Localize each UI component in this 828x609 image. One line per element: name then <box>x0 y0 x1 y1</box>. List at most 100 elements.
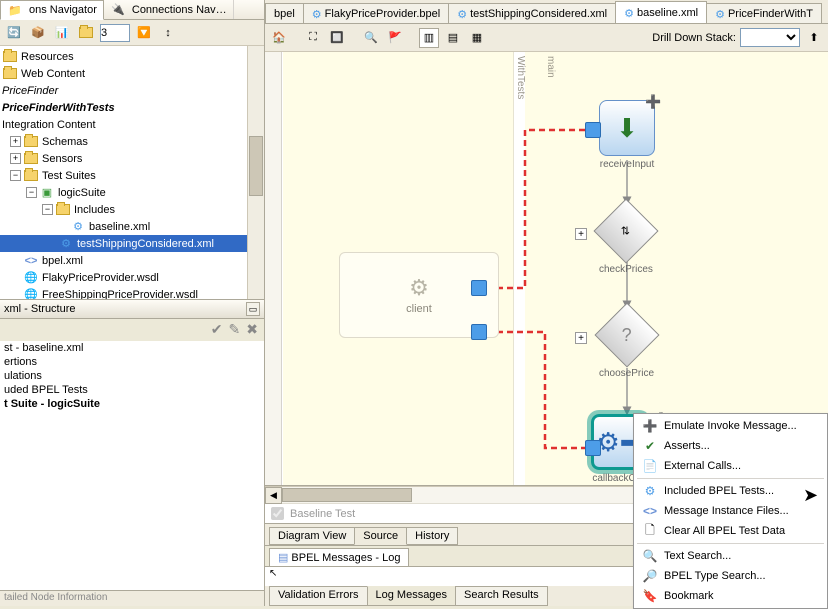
drill-down-select[interactable] <box>740 28 800 47</box>
plus-badge-icon: ➕ <box>645 94 661 110</box>
node-caption: checkPrices <box>599 264 653 275</box>
tree-node-web-content[interactable]: Web Content <box>0 65 264 82</box>
ctx-bookmark[interactable]: 🔖Bookmark <box>636 586 825 606</box>
zoom-button[interactable]: 🔲 <box>327 28 347 48</box>
tree-node-baseline[interactable]: ⚙baseline.xml <box>0 218 264 235</box>
ctx-asserts[interactable]: ✔Asserts... <box>636 436 825 456</box>
home-button[interactable]: 🏠 <box>269 28 289 48</box>
ctx-type-search[interactable]: 🔎BPEL Type Search... <box>636 566 825 586</box>
check-button[interactable]: ✔ <box>211 321 223 338</box>
expand-icon[interactable]: + <box>10 136 21 147</box>
struct-row[interactable]: uded BPEL Tests <box>0 383 264 397</box>
view-toggle-3[interactable]: ▦ <box>467 28 487 48</box>
port-in[interactable] <box>471 324 487 340</box>
log-tab[interactable]: ▤BPEL Messages - Log <box>269 548 409 566</box>
tree-node-flaky-wsdl[interactable]: 🌐FlakyPriceProvider.wsdl <box>0 269 264 286</box>
xml-icon: ⚙ <box>457 8 467 21</box>
struct-row[interactable]: st - baseline.xml <box>0 341 264 355</box>
tab-search-results[interactable]: Search Results <box>455 586 548 606</box>
tab-log-messages[interactable]: Log Messages <box>367 586 457 606</box>
sync-button[interactable]: ↕ <box>158 23 178 43</box>
struct-row[interactable]: ulations <box>0 369 264 383</box>
tab-bpel[interactable]: bpel <box>265 3 304 23</box>
tab-baseline[interactable]: ⚙baseline.xml <box>615 1 707 23</box>
search-icon: 🔍 <box>642 548 658 564</box>
tree-node-free-wsdl[interactable]: 🌐FreeShippingPriceProvider.wsdl <box>0 286 264 299</box>
ctx-included-tests[interactable]: ⚙Included BPEL Tests... <box>636 481 825 501</box>
perspective-button[interactable]: 📊 <box>52 23 72 43</box>
minimize-button[interactable]: ▭ <box>246 302 260 316</box>
panel-title: xml - Structure <box>4 303 244 315</box>
tree-node-test-suites[interactable]: −Test Suites <box>0 167 264 184</box>
tree-node-integration[interactable]: Integration Content <box>0 116 264 133</box>
tab-testshipping[interactable]: ⚙testShippingConsidered.xml <box>448 3 616 23</box>
tree-label: bpel.xml <box>42 255 83 267</box>
tree-node-logicsuite[interactable]: −▣logicSuite <box>0 184 264 201</box>
scroll-left-button[interactable]: ◀ <box>265 487 282 504</box>
delete-button[interactable]: ✖ <box>246 321 258 338</box>
tab-flaky[interactable]: ⚙FlakyPriceProvider.bpel <box>303 3 449 23</box>
ctx-label: Text Search... <box>664 550 731 562</box>
collapse-icon[interactable]: − <box>26 187 37 198</box>
ctx-label: External Calls... <box>664 460 741 472</box>
drill-up-button[interactable]: ⬆ <box>804 28 824 48</box>
tree-scrollbar[interactable] <box>247 46 264 299</box>
expand-button[interactable]: 🔽 <box>134 23 154 43</box>
folder-icon <box>23 134 39 150</box>
fit-button[interactable]: ⛶ <box>303 28 323 48</box>
struct-row[interactable]: ertions <box>0 355 264 369</box>
tab-diagram-view[interactable]: Diagram View <box>269 527 355 545</box>
node-check-prices[interactable]: + ⇅ checkPrices <box>599 208 653 275</box>
tree-node-resources[interactable]: Resources <box>0 48 264 65</box>
tree-node-bpel-xml[interactable]: <>bpel.xml <box>0 252 264 269</box>
port-out[interactable] <box>471 280 487 296</box>
scroll-thumb[interactable] <box>282 488 412 502</box>
expand-icon[interactable]: + <box>10 153 21 164</box>
tree-node-sensors[interactable]: +Sensors <box>0 150 264 167</box>
flag-button[interactable]: 🚩 <box>385 28 405 48</box>
refresh-button[interactable]: 🔄 <box>4 23 24 43</box>
view-toggle-1[interactable]: ▥ <box>419 28 439 48</box>
tree-node-pricefinder-tests[interactable]: PriceFinderWithTests <box>0 99 264 116</box>
scrollbar-thumb[interactable] <box>249 136 263 196</box>
tab-history[interactable]: History <box>406 527 458 545</box>
ctx-clear-all[interactable]: 🗋Clear All BPEL Test Data <box>636 521 825 541</box>
expand-icon[interactable]: + <box>575 332 587 344</box>
struct-row[interactable]: t Suite - logicSuite <box>0 397 264 411</box>
port-callback[interactable] <box>585 440 601 456</box>
bookmark-icon: 🔖 <box>642 588 658 604</box>
expand-icon[interactable]: + <box>575 228 587 240</box>
tree-node-includes[interactable]: − Includes <box>0 201 264 218</box>
folder-icon <box>55 202 71 218</box>
ctx-external-calls[interactable]: 📄External Calls... <box>636 456 825 476</box>
navigator-tree[interactable]: Resources Web Content PriceFinder PriceF… <box>0 46 264 299</box>
structure-body[interactable]: st - baseline.xml ertions ulations uded … <box>0 341 264 590</box>
edit-button[interactable]: ✎ <box>229 321 241 338</box>
baseline-label: Baseline Test <box>290 508 355 520</box>
level-spinner[interactable] <box>100 24 130 42</box>
tree-label: logicSuite <box>58 187 106 199</box>
search-button[interactable]: 🔍 <box>361 28 381 48</box>
ctx-label: Emulate Invoke Message... <box>664 420 797 432</box>
port-receive[interactable] <box>585 122 601 138</box>
folder-button[interactable] <box>76 23 96 43</box>
tree-label: Includes <box>74 204 115 216</box>
tree-node-pricefinder[interactable]: PriceFinder <box>0 82 264 99</box>
tab-pricefinder[interactable]: ⚙PriceFinderWithT <box>706 3 822 23</box>
collapse-icon[interactable]: − <box>42 204 53 215</box>
tab-source[interactable]: Source <box>354 527 407 545</box>
tree-node-testshipping[interactable]: ⚙testShippingConsidered.xml <box>0 235 264 252</box>
app-button[interactable]: 📦 <box>28 23 48 43</box>
tree-label: Schemas <box>42 136 88 148</box>
tab-app-navigator[interactable]: 📁 ons Navigator <box>0 0 104 20</box>
collapse-icon[interactable]: − <box>10 170 21 181</box>
ctx-text-search[interactable]: 🔍 Text Search... <box>636 546 825 566</box>
tab-connections[interactable]: 🔌 Connections Nav… <box>104 0 234 19</box>
tab-validation-errors[interactable]: Validation Errors <box>269 586 368 606</box>
view-toggle-2[interactable]: ▤ <box>443 28 463 48</box>
ctx-message-instance[interactable]: <>Message Instance Files... <box>636 501 825 521</box>
ctx-emulate-invoke[interactable]: ➕Emulate Invoke Message... <box>636 416 825 436</box>
node-choose-price[interactable]: + ? choosePrice <box>599 312 654 379</box>
tree-node-schemas[interactable]: + Schemas <box>0 133 264 150</box>
node-receive-input[interactable]: ⬇ receiveInput <box>599 100 655 170</box>
